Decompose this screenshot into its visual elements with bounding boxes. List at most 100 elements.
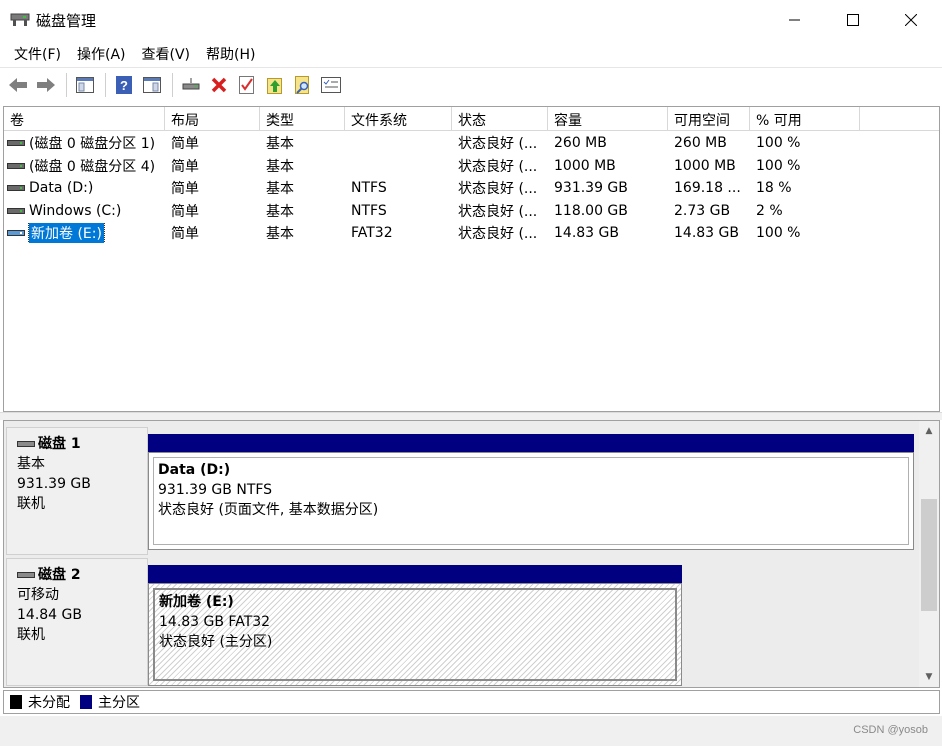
partition-data-d-status: 状态良好 (页面文件, 基本数据分区) bbox=[158, 502, 379, 518]
back-arrow-icon bbox=[9, 77, 27, 92]
disk-view-scrollbar[interactable]: ▲ ▼ bbox=[919, 421, 939, 687]
console-tree-icon bbox=[76, 76, 94, 93]
delete-button[interactable] bbox=[207, 73, 231, 97]
scroll-down-icon[interactable]: ▼ bbox=[919, 669, 939, 685]
disk-graphic-view: 磁盘 1 基本 931.39 GB 联机 Data (D:) 931.39 GB… bbox=[3, 420, 940, 688]
column-header-status[interactable]: 状态 bbox=[452, 107, 548, 131]
volume-name: Windows (C:) bbox=[29, 202, 122, 219]
connect-icon bbox=[182, 77, 200, 89]
column-header-type[interactable]: 类型 bbox=[260, 107, 345, 131]
up-button[interactable] bbox=[263, 73, 287, 97]
disk-2-name-row: 磁盘 2 bbox=[17, 565, 147, 585]
cell-layout: 简单 bbox=[171, 203, 199, 220]
column-header-percent-free[interactable]: % 可用 bbox=[750, 107, 860, 131]
cell-type: 基本 bbox=[266, 158, 294, 175]
partition-new-volume-e-status: 状态良好 (主分区) bbox=[159, 634, 273, 650]
column-header-layout[interactable]: 布局 bbox=[165, 107, 260, 131]
list-button[interactable] bbox=[319, 73, 343, 97]
cell-capacity: 1000 MB bbox=[554, 157, 616, 174]
watermark: CSDN @yosob bbox=[853, 724, 928, 736]
menu-file[interactable]: 文件(F) bbox=[6, 40, 69, 66]
connect-button[interactable] bbox=[179, 73, 203, 97]
disk-2-state: 联机 bbox=[17, 627, 45, 643]
disk-2-label[interactable]: 磁盘 2 可移动 14.84 GB 联机 bbox=[6, 558, 148, 686]
partition-data-d[interactable]: Data (D:) 931.39 GB NTFS 状态良好 (页面文件, 基本数… bbox=[148, 452, 914, 550]
table-row[interactable]: Data (D:) 简单 基本 NTFS 状态良好 (... 931.39 GB 169.1… bbox=[4, 177, 939, 200]
legend-unallocated-swatch bbox=[10, 695, 22, 709]
volume-list-rows: (磁盘 0 磁盘分区 1) 简单 基本 状态良好 (... 260 MB 260 MB 10… bbox=[4, 132, 939, 245]
partition-new-volume-e-detail: 14.83 GB FAT32 bbox=[159, 614, 271, 630]
partition-new-volume-e[interactable]: 新加卷 (E:) 14.83 GB FAT32 状态良好 (主分区) bbox=[148, 583, 682, 686]
toolbar: ? bbox=[0, 67, 942, 101]
pane-splitter[interactable] bbox=[0, 412, 942, 420]
minimize-icon bbox=[789, 19, 800, 21]
close-icon bbox=[905, 14, 917, 26]
volume-name: (磁盘 0 磁盘分区 4) bbox=[29, 158, 156, 175]
cell-layout: 简单 bbox=[171, 181, 199, 198]
partition-data-d-detail: 931.39 GB NTFS bbox=[158, 482, 273, 498]
legend: 未分配 主分区 bbox=[3, 690, 940, 714]
forward-arrow-icon bbox=[37, 77, 55, 92]
disk-icon bbox=[17, 572, 35, 578]
cell-status: 状态良好 (... bbox=[458, 158, 538, 175]
back-button[interactable] bbox=[6, 73, 30, 97]
volume-name: (磁盘 0 磁盘分区 1) bbox=[29, 136, 156, 153]
close-button[interactable] bbox=[882, 0, 940, 40]
partition-new-volume-e-inner: 新加卷 (E:) 14.83 GB FAT32 状态良好 (主分区) bbox=[153, 588, 677, 681]
cell-filesystem: NTFS bbox=[351, 202, 387, 219]
cell-volume: (磁盘 0 磁盘分区 1) bbox=[4, 133, 165, 153]
window-title: 磁盘管理 bbox=[36, 12, 97, 30]
cell-status: 状态良好 (... bbox=[458, 226, 538, 243]
check-button[interactable] bbox=[235, 73, 259, 97]
column-header-capacity[interactable]: 容量 bbox=[548, 107, 668, 131]
title-bar: 磁盘管理 bbox=[0, 0, 942, 40]
cell-filesystem: NTFS bbox=[351, 180, 387, 197]
table-row[interactable]: Windows (C:) 简单 基本 NTFS 状态良好 (... 118.00 GB 2.… bbox=[4, 200, 939, 223]
menu-action[interactable]: 操作(A) bbox=[69, 40, 134, 66]
cell-free-space: 2.73 GB bbox=[674, 202, 731, 219]
disk-1-label[interactable]: 磁盘 1 基本 931.39 GB 联机 bbox=[6, 427, 148, 555]
scrollbar-thumb[interactable] bbox=[921, 499, 937, 611]
table-row[interactable]: (磁盘 0 磁盘分区 4) 简单 基本 状态良好 (... 1000 MB 1000 MB… bbox=[4, 155, 939, 178]
properties-button[interactable] bbox=[140, 73, 164, 97]
column-header-volume[interactable]: 卷 bbox=[4, 107, 165, 131]
properties-icon bbox=[143, 76, 161, 93]
list-icon bbox=[321, 76, 341, 93]
cell-free-space: 260 MB bbox=[674, 135, 727, 152]
cell-volume: 新加卷 (E:) bbox=[4, 223, 165, 244]
menu-help[interactable]: 帮助(H) bbox=[198, 40, 263, 66]
cell-percent-free: 100 % bbox=[756, 157, 801, 174]
disk-icon bbox=[17, 441, 35, 447]
check-icon bbox=[239, 75, 254, 94]
console-tree-button[interactable] bbox=[73, 73, 97, 97]
maximize-icon bbox=[847, 14, 859, 26]
cell-layout: 简单 bbox=[171, 136, 199, 153]
table-row[interactable]: (磁盘 0 磁盘分区 1) 简单 基本 状态良好 (... 260 MB 260 MB 10… bbox=[4, 132, 939, 155]
status-bar bbox=[0, 716, 942, 746]
cell-capacity: 14.83 GB bbox=[554, 225, 619, 242]
table-row[interactable]: 新加卷 (E:) 简单 基本 FAT32 状态良好 (... 14.83 GB 14.83 … bbox=[4, 222, 939, 245]
partition-data-d-inner: Data (D:) 931.39 GB NTFS 状态良好 (页面文件, 基本数… bbox=[153, 457, 909, 545]
cell-filesystem: FAT32 bbox=[351, 225, 393, 242]
forward-button[interactable] bbox=[34, 73, 58, 97]
column-header-filesystem[interactable]: 文件系统 bbox=[345, 107, 452, 131]
disk-1-name: 磁盘 1 bbox=[38, 436, 81, 452]
scroll-up-icon[interactable]: ▲ bbox=[919, 423, 939, 439]
cell-percent-free: 18 % bbox=[756, 180, 792, 197]
minimize-button[interactable] bbox=[766, 0, 824, 40]
help-button[interactable]: ? bbox=[112, 73, 136, 97]
cell-capacity: 260 MB bbox=[554, 135, 607, 152]
volume-name: 新加卷 (E:) bbox=[28, 223, 105, 244]
search-button[interactable] bbox=[291, 73, 315, 97]
maximize-button[interactable] bbox=[824, 0, 882, 40]
cell-type: 基本 bbox=[266, 203, 294, 220]
cell-free-space: 169.18 ... bbox=[674, 180, 741, 197]
cell-type: 基本 bbox=[266, 181, 294, 198]
drive-icon bbox=[7, 185, 25, 192]
disk-1-partition-bar bbox=[148, 434, 914, 452]
menu-view[interactable]: 查看(V) bbox=[134, 40, 199, 66]
column-header-free-space[interactable]: 可用空间 bbox=[668, 107, 750, 131]
volume-name: Data (D:) bbox=[29, 180, 94, 197]
cell-percent-free: 100 % bbox=[756, 225, 801, 242]
drive-icon bbox=[7, 162, 25, 169]
